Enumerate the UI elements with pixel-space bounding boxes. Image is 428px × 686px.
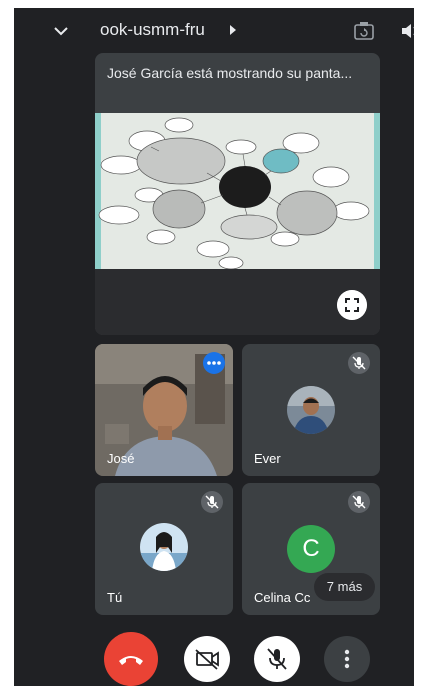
avatar	[287, 386, 335, 434]
meeting-code[interactable]: ook-usmm-fru	[100, 20, 205, 40]
more-vert-icon	[344, 649, 350, 669]
avatar-initial: C	[287, 525, 335, 573]
fullscreen-icon[interactable]	[337, 290, 367, 320]
mic-toggle-button[interactable]	[254, 636, 300, 682]
camera-off-icon	[195, 649, 219, 670]
chevron-down-icon[interactable]	[52, 22, 70, 40]
presentation-title: José García está mostrando su panta...	[107, 65, 353, 81]
arrow-right-icon[interactable]	[228, 24, 238, 36]
participant-tile-ever[interactable]: Ever	[242, 344, 380, 476]
presentation-tile[interactable]: José García está mostrando su panta...	[95, 53, 380, 335]
participant-tile-self[interactable]: Tú	[95, 483, 233, 615]
more-options-button[interactable]	[324, 636, 370, 682]
participant-name: José	[107, 451, 135, 466]
participant-name: Celina Cc	[254, 590, 311, 605]
camera-toggle-button[interactable]	[184, 636, 230, 682]
shared-screen	[95, 113, 380, 269]
more-participants-button[interactable]: 7 más	[314, 573, 375, 601]
participant-tile-jose[interactable]: José	[95, 344, 233, 476]
mic-off-icon	[348, 352, 370, 374]
avatar	[140, 523, 188, 571]
meet-screen: ook-usmm-fru José García está mostrando …	[14, 8, 414, 686]
end-call-icon	[119, 656, 143, 665]
switch-camera-icon[interactable]	[353, 21, 375, 41]
top-bar: ook-usmm-fru	[14, 8, 414, 54]
end-call-button[interactable]	[104, 632, 158, 686]
more-options-icon[interactable]	[203, 352, 225, 374]
mic-off-icon	[348, 491, 370, 513]
speaker-icon[interactable]	[400, 21, 414, 41]
participant-name: Tú	[107, 590, 123, 605]
mic-off-icon	[201, 491, 223, 513]
participant-name: Ever	[254, 451, 281, 466]
mind-map-diagram	[98, 117, 370, 269]
mic-off-icon	[267, 648, 287, 670]
